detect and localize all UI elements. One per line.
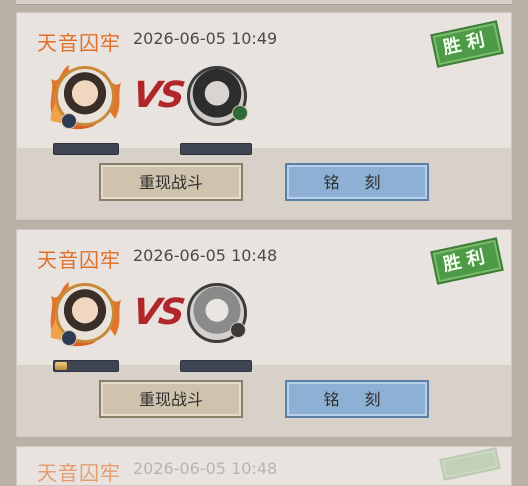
battle-record-card: 天音囚牢 2026-06-05 10:48 bbox=[16, 446, 512, 486]
battle-record-card: 天音囚牢 2026-06-05 10:49 胜利 VS 重现战斗 铭 刻 bbox=[16, 12, 512, 220]
previous-card-edge bbox=[16, 0, 512, 5]
battle-location: 天音囚牢 bbox=[37, 461, 121, 485]
element-badge-icon bbox=[230, 322, 246, 338]
card-footer bbox=[17, 365, 511, 436]
vs-label: VS bbox=[130, 75, 186, 116]
result-stamp-partial bbox=[439, 447, 501, 481]
replay-battle-button[interactable]: 重现战斗 bbox=[99, 380, 243, 418]
card-footer bbox=[17, 148, 511, 219]
player-progress-fill bbox=[55, 362, 67, 370]
battle-location: 天音囚牢 bbox=[37, 31, 121, 55]
battle-time: 2026-06-05 10:49 bbox=[133, 29, 278, 48]
element-badge-icon bbox=[61, 330, 77, 346]
player-progress-bar bbox=[53, 360, 119, 372]
inscribe-button[interactable]: 铭 刻 bbox=[285, 163, 429, 201]
element-badge-icon bbox=[232, 105, 248, 121]
battle-record-card: 天音囚牢 2026-06-05 10:48 胜利 VS 重现战斗 铭 刻 bbox=[16, 229, 512, 437]
battle-time: 2026-06-05 10:48 bbox=[133, 459, 278, 478]
replay-battle-button[interactable]: 重现战斗 bbox=[99, 163, 243, 201]
inscribe-button[interactable]: 铭 刻 bbox=[285, 380, 429, 418]
opponent-progress-bar bbox=[180, 360, 252, 372]
battle-location: 天音囚牢 bbox=[37, 248, 121, 272]
victory-stamp: 胜利 bbox=[430, 237, 504, 285]
opponent-progress-bar bbox=[180, 143, 252, 155]
vs-label: VS bbox=[130, 292, 186, 333]
battle-time: 2026-06-05 10:48 bbox=[133, 246, 278, 265]
player-progress-bar bbox=[53, 143, 119, 155]
victory-stamp: 胜利 bbox=[430, 20, 504, 68]
element-badge-icon bbox=[61, 113, 77, 129]
